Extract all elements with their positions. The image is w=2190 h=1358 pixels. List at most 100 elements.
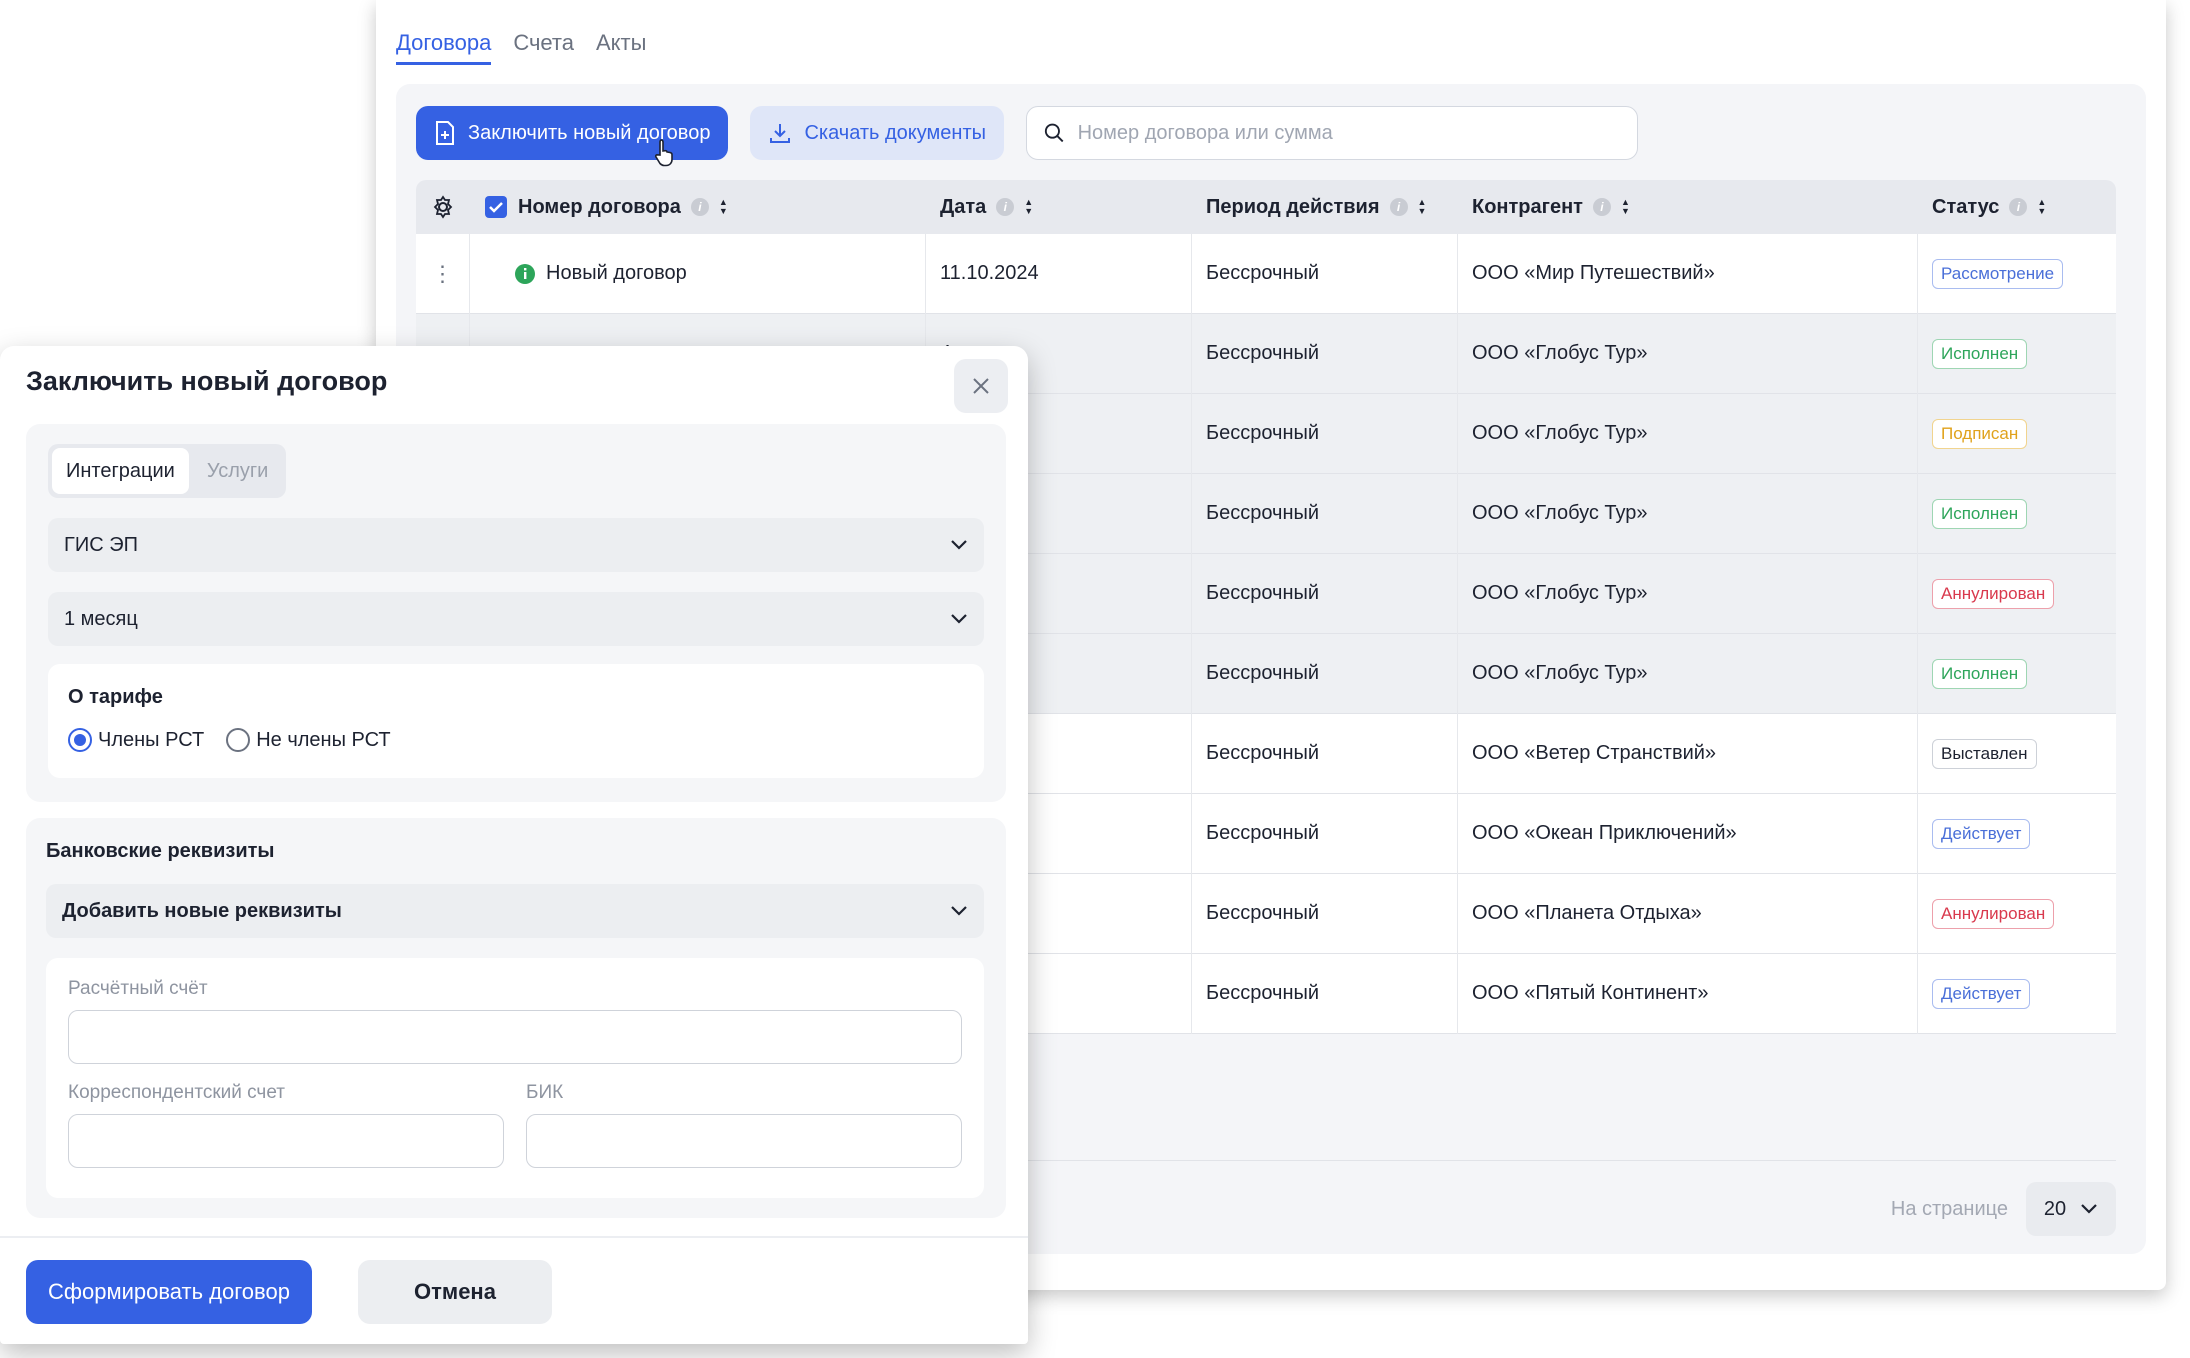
corr-account-input[interactable]	[69, 1115, 503, 1167]
row-status: Аннулирован	[1918, 874, 2116, 954]
close-icon	[973, 378, 989, 394]
download-icon	[770, 124, 791, 143]
sort-icon[interactable]: ▲ ▼	[719, 198, 728, 216]
radio-unchecked-icon	[226, 728, 251, 752]
tariff-box: О тарифе Члены РСТ Не члены РСТ	[48, 664, 984, 778]
corr-account-field[interactable]	[68, 1114, 504, 1168]
status-badge: Аннулирован	[1932, 898, 2055, 929]
row-menu-icon[interactable]: ⋮	[416, 233, 470, 314]
row-period: Бессрочный	[1192, 713, 1458, 794]
tab-bar: Договора Счета Акты	[396, 30, 646, 65]
pagination: На странице 20	[1891, 1182, 2116, 1236]
radio-checked-icon	[68, 728, 92, 752]
bik-field[interactable]	[526, 1114, 962, 1168]
status-badge: Действует	[1932, 978, 2031, 1009]
sort-icon[interactable]: ▲ ▼	[1621, 198, 1630, 216]
segment-integrations[interactable]: Интеграции	[52, 448, 189, 494]
radio-non-members[interactable]: Не члены РСТ	[226, 728, 391, 752]
account-label: Расчётный счёт	[68, 978, 208, 999]
row-party: ООО «Глобус Тур»	[1458, 473, 1918, 554]
header-party[interactable]: Контрагент i ▲ ▼	[1458, 180, 1918, 234]
row-status: Аннулирован	[1918, 554, 2116, 634]
chevron-down-icon	[951, 540, 967, 550]
close-button[interactable]	[954, 359, 1008, 413]
table-row[interactable]: ⋮ Новый договор 11.10.2024 Бессрочный ОО…	[416, 233, 2116, 314]
bank-details-value: Добавить новые реквизиты	[62, 899, 342, 922]
modal-title: Заключить новый договор	[26, 366, 388, 396]
row-party: ООО «Океан Приключений»	[1458, 793, 1918, 874]
header-period[interactable]: Период действия i ▲ ▼	[1192, 180, 1458, 234]
row-status: Подписан	[1918, 394, 2116, 474]
status-badge: Аннулирован	[1932, 578, 2055, 609]
header-date-label: Дата	[940, 195, 987, 218]
header-number[interactable]: Номер договора i ▲ ▼	[470, 180, 926, 234]
sort-icon[interactable]: ▲ ▼	[1418, 198, 1427, 216]
status-badge: Подписан	[1932, 418, 2028, 449]
status-badge: Исполнен	[1932, 658, 2028, 689]
corr-account-label: Корреспондентский счет	[68, 1082, 285, 1103]
tab-invoices[interactable]: Счета	[513, 30, 574, 65]
header-status[interactable]: Статус i ▲ ▼	[1918, 180, 2116, 234]
row-number-label: Новый договор	[546, 262, 687, 284]
row-status: Выставлен	[1918, 714, 2116, 794]
download-documents-label: Скачать документы	[804, 121, 987, 144]
select-all-checkbox[interactable]	[484, 195, 508, 219]
row-party: ООО «Планета Отдыха»	[1458, 873, 1918, 954]
column-settings[interactable]	[416, 180, 470, 234]
search-icon	[1044, 123, 1064, 143]
header-party-label: Контрагент	[1472, 195, 1583, 218]
chevron-down-icon	[951, 906, 967, 916]
account-field[interactable]	[68, 1010, 962, 1064]
tariff-title: О тарифе	[68, 686, 163, 708]
row-status: Исполнен	[1918, 474, 2116, 554]
status-badge: Исполнен	[1932, 338, 2028, 369]
chevron-down-icon	[2081, 1204, 2097, 1214]
row-period: Бессрочный	[1192, 313, 1458, 394]
row-status: Действует	[1918, 794, 2116, 874]
bik-input[interactable]	[527, 1115, 961, 1167]
gear-icon	[433, 195, 453, 219]
status-badge: Исполнен	[1932, 498, 2028, 529]
tariff-radio-group: Члены РСТ Не члены РСТ	[68, 728, 391, 752]
per-page-select[interactable]: 20	[2026, 1182, 2116, 1236]
info-icon: i	[690, 198, 709, 216]
row-period: Бессрочный	[1192, 793, 1458, 874]
bank-panel: Банковские реквизиты Добавить новые рекв…	[26, 818, 1006, 1218]
header-period-label: Период действия	[1206, 195, 1380, 218]
radio-members[interactable]: Члены РСТ	[68, 728, 204, 752]
row-status: Исполнен	[1918, 314, 2116, 394]
period-select[interactable]: 1 месяц	[48, 592, 984, 646]
row-period: Бессрочный	[1192, 553, 1458, 634]
sort-icon[interactable]: ▲ ▼	[2037, 198, 2046, 216]
account-input[interactable]	[69, 1011, 961, 1063]
header-date[interactable]: Дата i ▲ ▼	[926, 180, 1192, 234]
cancel-button[interactable]: Отмена	[358, 1260, 552, 1324]
tab-acts[interactable]: Акты	[596, 30, 646, 65]
new-status-icon	[515, 263, 535, 284]
info-icon: i	[996, 198, 1015, 216]
new-contract-button[interactable]: Заключить новый договор	[416, 106, 729, 160]
per-page-value: 20	[2043, 1197, 2067, 1220]
row-date: 11.10.2024	[926, 233, 1192, 314]
bank-details-select[interactable]: Добавить новые реквизиты	[46, 884, 984, 938]
row-status: Рассмотрение	[1918, 234, 2116, 314]
header-status-label: Статус	[1932, 195, 2000, 218]
row-period: Бессрочный	[1192, 633, 1458, 714]
hand-cursor-icon	[654, 139, 673, 167]
status-badge: Действует	[1932, 818, 2031, 849]
document-plus-icon	[436, 121, 454, 145]
download-documents-button[interactable]: Скачать документы	[750, 106, 1005, 160]
row-status: Исполнен	[1918, 634, 2116, 714]
bank-title: Банковские реквизиты	[46, 840, 275, 862]
integration-select[interactable]: ГИС ЭП	[48, 518, 984, 572]
integration-panel: Интеграции Услуги ГИС ЭП 1 месяц О тариф…	[26, 424, 1006, 802]
table-header: Номер договора i ▲ ▼ Дата i ▲ ▼ Период дей…	[416, 180, 2116, 234]
row-party: ООО «Глобус Тур»	[1458, 553, 1918, 634]
tab-contracts[interactable]: Договора	[396, 30, 492, 65]
sort-icon[interactable]: ▲ ▼	[1024, 198, 1033, 216]
row-status: Действует	[1918, 954, 2116, 1034]
radio-members-label: Члены РСТ	[98, 728, 205, 751]
generate-contract-button[interactable]: Сформировать договор	[26, 1260, 312, 1324]
segment-services[interactable]: Услуги	[193, 448, 283, 494]
search-input[interactable]	[1077, 121, 1622, 145]
